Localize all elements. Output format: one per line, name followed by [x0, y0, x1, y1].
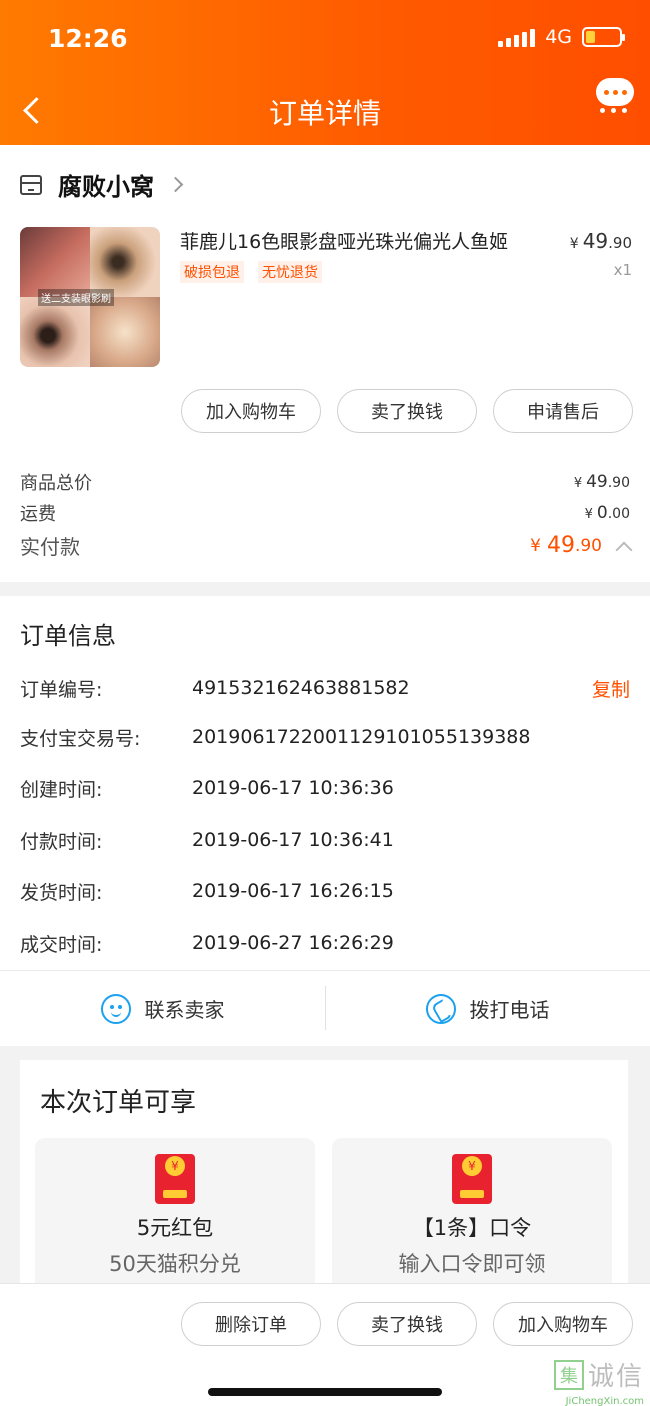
info-label: 成交时间:: [20, 933, 103, 956]
info-value: 2019061722001129101055139388: [192, 726, 531, 748]
info-label: 订单编号:: [20, 678, 103, 701]
contact-seller-button[interactable]: 联系卖家: [0, 971, 325, 1046]
info-value: 2019-06-17 10:36:36: [192, 777, 394, 799]
watermark-url: JiChengXin.com: [565, 1396, 644, 1406]
paid-value: ¥49.90: [530, 533, 633, 558]
benefit-subtitle: 输入口令即可领: [398, 1252, 546, 1276]
info-row-created: 创建时间: 2019-06-17 10:36:36: [20, 773, 630, 803]
resell-button[interactable]: 卖了换钱: [337, 389, 477, 433]
info-value: 2019-06-27 16:26:29: [192, 932, 394, 954]
shop-name: 腐败小窝: [58, 173, 154, 201]
watermark-logo: 集 诚信: [553, 1356, 644, 1393]
add-to-cart-button[interactable]: 加入购物车: [181, 389, 321, 433]
shipping-row: 运费 ¥0.00: [20, 500, 630, 526]
service-tag: 无忧退货: [258, 261, 322, 283]
benefit-subtitle: 50天猫积分兑: [109, 1252, 241, 1276]
info-label: 发货时间:: [20, 881, 103, 904]
add-to-cart-button[interactable]: 加入购物车: [493, 1302, 633, 1346]
info-row-completed: 成交时间: 2019-06-27 16:26:29: [20, 928, 630, 958]
battery-icon: [582, 27, 625, 47]
bottom-action-bar: 删除订单 卖了换钱 加入购物车 集 诚信 JiChengXin.com: [0, 1283, 650, 1406]
shipping-label: 运费: [20, 504, 56, 525]
network-type: 4G: [545, 26, 572, 48]
info-row-order-number: 订单编号: 491532162463881582 复制: [20, 673, 630, 703]
contact-seller-label: 联系卖家: [144, 998, 225, 1022]
benefit-title: 5元红包: [136, 1216, 214, 1240]
status-indicators: 4G: [498, 26, 625, 48]
product-image[interactable]: 送二支装眼影刷: [20, 227, 160, 367]
order-info-title: 订单信息: [20, 622, 116, 650]
resell-button[interactable]: 卖了换钱: [337, 1302, 477, 1346]
header: 12:26 4G 订单详情: [0, 0, 650, 145]
info-row-shipped: 发货时间: 2019-06-17 16:26:15: [20, 876, 630, 906]
product-price: ¥49.90: [569, 229, 632, 253]
info-value: 2019-06-17 16:26:15: [192, 880, 394, 902]
info-value: 491532162463881582: [192, 677, 410, 699]
order-item-card: 腐败小窝 送二支装眼影刷 菲鹿儿16色眼影盘哑光珠光偏光人鱼姬 破损包退 无忧退…: [0, 145, 650, 582]
goods-total-label: 商品总价: [20, 473, 92, 494]
delete-order-button[interactable]: 删除订单: [181, 1302, 321, 1346]
info-value: 2019-06-17 10:36:41: [192, 829, 394, 851]
page-title: 订单详情: [268, 97, 381, 130]
red-envelope-icon: [452, 1154, 492, 1204]
info-label: 付款时间:: [20, 830, 103, 853]
phone-icon: [425, 993, 456, 1024]
product-image-caption: 送二支装眼影刷: [38, 289, 114, 306]
copy-button[interactable]: 复制: [592, 675, 630, 702]
signal-icon: [498, 27, 536, 47]
goods-total-row: 商品总价 ¥49.90: [20, 469, 630, 495]
info-label: 创建时间:: [20, 778, 103, 801]
message-more-icon[interactable]: [596, 78, 636, 113]
info-row-alipay-number: 支付宝交易号: 2019061722001129101055139388: [20, 722, 630, 752]
goods-total-value: ¥49.90: [573, 472, 630, 492]
call-phone-button[interactable]: 拨打电话: [325, 971, 650, 1046]
service-tag: 破损包退: [180, 261, 244, 283]
product-quantity: x1: [613, 261, 632, 279]
service-tags: 破损包退 无忧退货: [180, 261, 322, 283]
benefit-red-packet[interactable]: 5元红包 50天猫积分兑: [35, 1138, 315, 1286]
paid-label: 实付款: [20, 535, 80, 559]
shipping-value: ¥0.00: [584, 503, 630, 523]
chat-smile-icon: [100, 993, 131, 1024]
store-icon: [20, 174, 42, 195]
benefit-title: 【1条】口令: [412, 1216, 532, 1240]
shop-link[interactable]: 腐败小窝: [20, 167, 184, 202]
after-sales-button[interactable]: 申请售后: [493, 389, 633, 433]
product-title[interactable]: 菲鹿儿16色眼影盘哑光珠光偏光人鱼姬: [180, 227, 550, 254]
benefit-password[interactable]: 【1条】口令 输入口令即可领: [332, 1138, 612, 1286]
benefits-title: 本次订单可享: [40, 1088, 197, 1118]
benefits-card: 本次订单可享 5元红包 50天猫积分兑 【1条】口令 输入口令即可领: [20, 1060, 628, 1286]
call-phone-label: 拨打电话: [469, 998, 550, 1022]
info-label: 支付宝交易号:: [20, 727, 141, 750]
home-indicator[interactable]: [208, 1388, 442, 1396]
red-envelope-icon: [155, 1154, 195, 1204]
order-info-card: 订单信息 订单编号: 491532162463881582 复制 支付宝交易号:…: [0, 596, 650, 1046]
chevron-right-icon: [167, 176, 184, 193]
info-row-paid: 付款时间: 2019-06-17 10:36:41: [20, 825, 630, 855]
paid-row[interactable]: 实付款 ¥49.90: [20, 531, 633, 560]
chevron-up-icon[interactable]: [615, 541, 633, 558]
status-time: 12:26: [48, 24, 128, 53]
